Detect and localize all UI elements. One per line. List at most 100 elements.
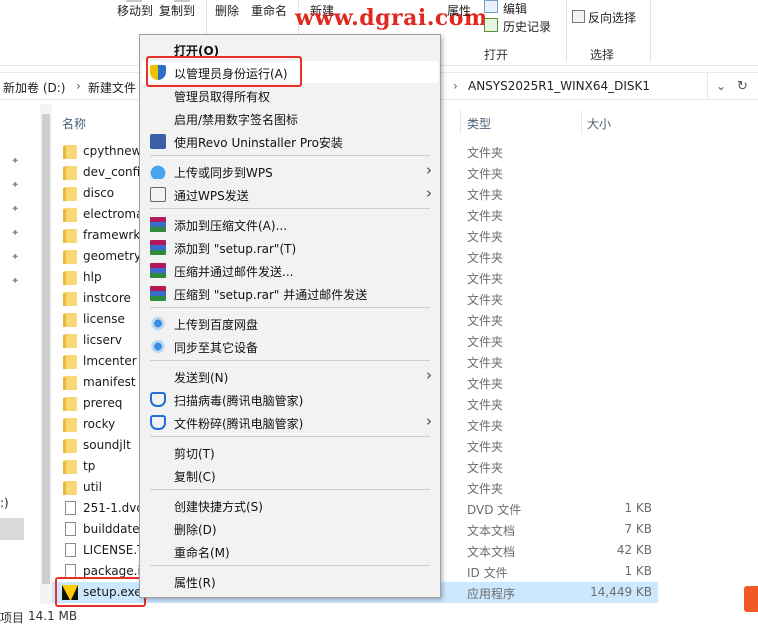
winrar-icon [150, 240, 166, 255]
file-icon [65, 564, 76, 578]
history-button[interactable]: 历史记录 [503, 18, 551, 35]
breadcrumb-drive[interactable]: 新加卷 (D:) [3, 79, 65, 96]
move-to-button[interactable]: 移动到 [117, 2, 153, 19]
tencent-manager-icon [150, 392, 166, 407]
file-type: 文件夹 [467, 230, 504, 244]
column-header-type[interactable]: 类型 [467, 115, 491, 132]
file-type: 文本文档 [467, 524, 516, 538]
pin-icon[interactable]: ✦ [11, 228, 21, 239]
file-name: disco [83, 186, 115, 200]
menu-item-cut[interactable]: 剪切(T) [142, 441, 438, 463]
menu-item-toggle-signature[interactable]: 启用/禁用数字签名图标 [142, 107, 438, 129]
menu-item-sync-devices[interactable]: 同步至其它设备 [142, 335, 438, 357]
menu-item-compress-email[interactable]: 压缩并通过邮件发送... [142, 259, 438, 281]
file-name: framewrk [83, 228, 141, 242]
column-separator[interactable] [460, 110, 461, 134]
menu-item-rename[interactable]: 重命名(M) [142, 540, 438, 562]
winrar-icon [150, 263, 166, 278]
scrollbar[interactable] [40, 104, 52, 604]
file-name: LICENSE.T [83, 543, 145, 557]
revo-uninstaller-icon [150, 134, 166, 149]
delete-button[interactable]: 删除 [215, 2, 239, 19]
file-type: 文件夹 [467, 209, 504, 223]
submenu-arrow-icon: › [426, 161, 432, 179]
folder-icon [63, 229, 77, 243]
folder-icon [63, 250, 77, 264]
menu-item-shred-file[interactable]: 文件粉碎(腾讯电脑管家) › [142, 411, 438, 433]
edit-button[interactable]: 编辑 [503, 0, 527, 17]
folder-icon [63, 397, 77, 411]
pin-icon[interactable]: ✦ [11, 156, 21, 167]
baidu-sync-icon [150, 339, 166, 354]
pin-icon[interactable]: ✦ [11, 204, 21, 215]
pin-icon[interactable]: ✦ [11, 276, 21, 287]
menu-item-scan-virus[interactable]: 扫描病毒(腾讯电脑管家) [142, 388, 438, 410]
file-type: 文件夹 [467, 398, 504, 412]
winrar-icon [150, 217, 166, 232]
file-name: hlp [83, 270, 102, 284]
file-type: 文件夹 [467, 251, 504, 265]
file-name: rocky [83, 417, 116, 431]
menu-item-revo-install[interactable]: 使用Revo Uninstaller Pro安装 [142, 130, 438, 152]
dropdown-icon[interactable]: ⌄ [716, 79, 726, 93]
breadcrumb-separator: › [76, 79, 81, 93]
rename-button[interactable]: 重命名 [251, 2, 287, 19]
menu-item-compress-setup-email[interactable]: 压缩到 "setup.rar" 并通过邮件发送 [142, 282, 438, 304]
file-icon [65, 543, 76, 557]
baidu-netdisk-icon [150, 316, 166, 331]
file-icon [65, 522, 76, 536]
scrollbar-thumb[interactable] [42, 114, 50, 584]
menu-item-send-to[interactable]: 发送到(N) › [142, 365, 438, 387]
nav-drive-label[interactable]: :) [0, 496, 9, 510]
winrar-icon [150, 286, 166, 301]
menu-item-label: 同步至其它设备 [174, 341, 259, 355]
invert-selection-button[interactable]: 反向选择 [588, 9, 636, 26]
menu-separator [150, 307, 430, 308]
menu-item-send-wps[interactable]: 通过WPS发送 › [142, 183, 438, 205]
menu-item-add-to-archive[interactable]: 添加到压缩文件(A)... [142, 213, 438, 235]
nav-selected-item[interactable] [0, 518, 24, 540]
file-name: 251-1.dvd [83, 501, 145, 515]
folder-icon [63, 208, 77, 222]
file-type: 文件夹 [467, 377, 504, 391]
menu-item-label: 通过WPS发送 [174, 189, 249, 203]
pin-icon[interactable]: ✦ [11, 252, 21, 263]
menu-item-upload-wps[interactable]: 上传或同步到WPS › [142, 160, 438, 182]
folder-icon [63, 439, 77, 453]
column-header-size[interactable]: 大小 [587, 115, 611, 132]
file-type: 应用程序 [467, 587, 516, 601]
menu-item-label: 启用/禁用数字签名图标 [174, 113, 299, 127]
copy-to-button[interactable]: 复制到 [159, 2, 195, 19]
refresh-icon[interactable]: ↻ [737, 79, 748, 94]
menu-item-properties[interactable]: 属性(R) [142, 570, 438, 592]
menu-item-create-shortcut[interactable]: 创建快捷方式(S) [142, 494, 438, 516]
column-header-name[interactable]: 名称 [62, 115, 86, 132]
file-type: 文件夹 [467, 146, 504, 160]
edit-icon [484, 0, 498, 13]
file-icon [65, 501, 76, 515]
breadcrumb-folder[interactable]: 新建文件 [88, 79, 136, 96]
menu-item-add-to-setup-rar[interactable]: 添加到 "setup.rar"(T) [142, 236, 438, 258]
column-separator[interactable] [581, 110, 582, 134]
file-type: 文件夹 [467, 272, 504, 286]
menu-item-label: 剪切(T) [174, 447, 215, 461]
invert-selection-icon [572, 10, 585, 23]
file-size: 7 KB [624, 522, 652, 536]
menu-item-upload-baidu[interactable]: 上传到百度网盘 [142, 312, 438, 334]
menu-item-copy[interactable]: 复制(C) [142, 464, 438, 486]
menu-item-label: 添加到压缩文件(A)... [174, 219, 288, 233]
menu-item-delete[interactable]: 删除(D) [142, 517, 438, 539]
pin-icon[interactable]: ✦ [11, 180, 21, 191]
properties-button[interactable]: 属性 [447, 2, 471, 19]
menu-item-label: 复制(C) [174, 470, 216, 484]
file-name: cpythnew [83, 144, 142, 158]
wps-cloud-icon [150, 164, 166, 179]
menu-separator [150, 360, 430, 361]
file-size: 1 KB [624, 501, 652, 515]
breadcrumb-current-folder[interactable]: ANSYS2025R1_WINX64_DISK1 [468, 79, 650, 93]
status-size: 14.1 MB [28, 609, 78, 623]
menu-separator [150, 436, 430, 437]
menu-item-take-ownership[interactable]: 管理员取得所有权 [142, 84, 438, 106]
status-items-label: 项目 [0, 611, 25, 625]
folder-icon [63, 187, 77, 201]
